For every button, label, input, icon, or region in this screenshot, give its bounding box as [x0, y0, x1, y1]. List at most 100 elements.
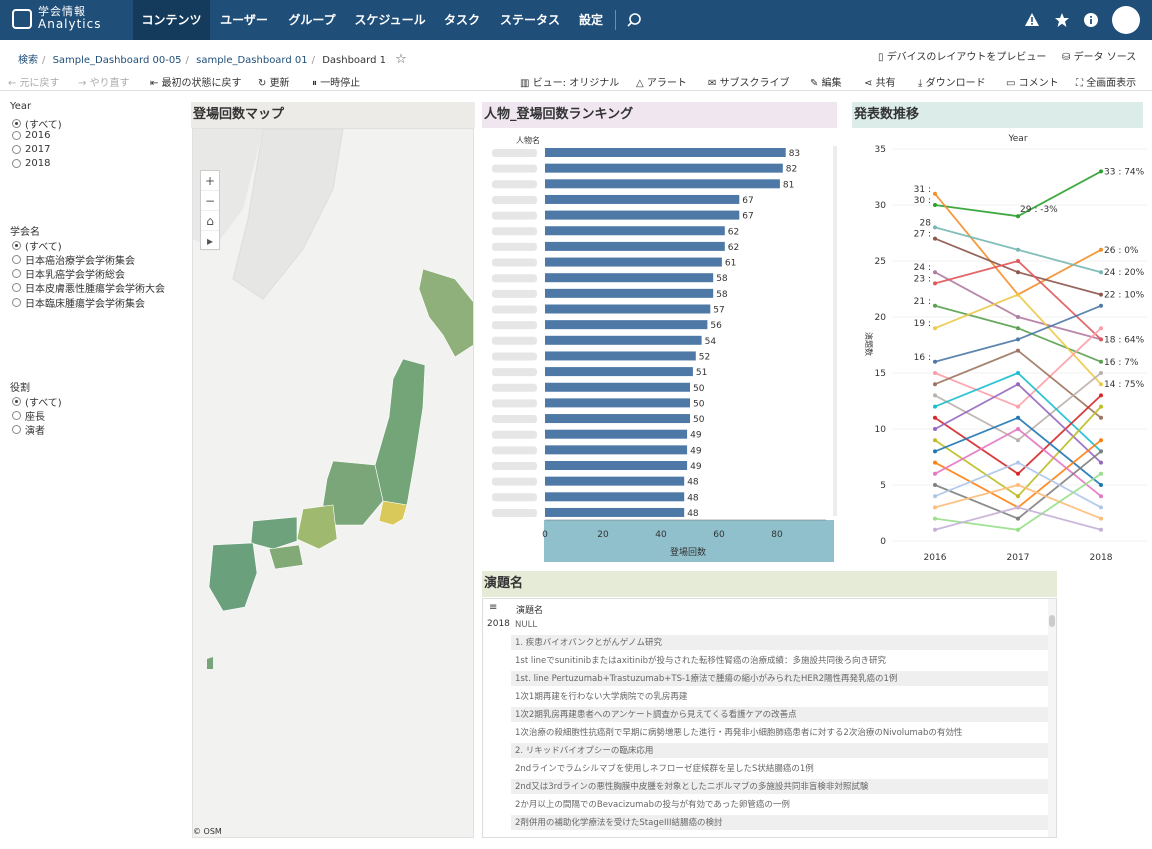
database-icon: ⛁ — [1062, 52, 1074, 63]
role-option-speaker[interactable]: 演者 — [12, 422, 45, 437]
bar — [545, 304, 711, 314]
preview-layout-button[interactable]: ▯ デバイスのレイアウトをプレビュー — [878, 48, 1046, 63]
pause-button[interactable]: ⏸ 一時停止 — [312, 74, 360, 89]
series-point — [1099, 527, 1103, 532]
y-tick-label: 10 — [875, 425, 887, 435]
series-point — [933, 281, 937, 286]
nav-settings[interactable]: 設定 — [573, 0, 609, 40]
table-row[interactable]: 1st. line Pertuzumab+Trastuzumab+TS-1療法で… — [511, 671, 1049, 687]
series-start-label: 30 : — [914, 196, 931, 206]
table-row[interactable]: 1st lineでsunitinibまたはaxitinibが投与された転移性腎癌… — [511, 653, 1049, 669]
japan-map[interactable] — [192, 128, 474, 838]
table-row[interactable]: 1次2期乳房再建患者へのアンケート調査から見えてくる看護ケアの改善点 — [511, 707, 1049, 723]
bar — [545, 226, 725, 236]
download-button[interactable]: ⤓ ダウンロード — [918, 74, 986, 89]
table-row[interactable]: 2か月以上の間隔でのBevacizumabの投与が有効であった卵管癌の一例 — [511, 797, 1049, 813]
table-row[interactable]: NULL — [511, 617, 1049, 633]
table-row[interactable]: 2ndラインでラムシルマブを使用しネフローゼ症候群を呈したS状結腸癌の1例 — [511, 761, 1049, 777]
trend-panel-title: 発表数推移 — [852, 102, 1143, 128]
radio-selected — [12, 119, 21, 128]
society-option-1[interactable]: 日本癌治療学会学術集会 — [12, 252, 135, 267]
bar-value-label: 57 — [713, 306, 724, 316]
search-icon[interactable] — [626, 12, 642, 28]
series-point — [1016, 460, 1020, 465]
year-option-2018[interactable]: 2018 — [12, 158, 50, 169]
blurred-name — [492, 305, 537, 314]
table-column-header[interactable]: 演題名 — [516, 603, 543, 616]
undo-button[interactable]: ← 元に戻す — [8, 74, 60, 89]
info-icon[interactable] — [1083, 12, 1099, 28]
kyushu-region — [208, 542, 258, 612]
x-tick-label: 80 — [771, 530, 783, 540]
table-scrollbar[interactable] — [1048, 599, 1056, 837]
app-logo[interactable]: 学会情報 Analytics — [12, 6, 102, 31]
favorite-star-icon[interactable]: ☆ — [395, 52, 407, 67]
subscribe-button[interactable]: ✉ サブスクライブ — [708, 74, 790, 89]
y-tick-label: 35 — [875, 145, 886, 155]
y-tick-label: 20 — [875, 313, 887, 323]
home-icon[interactable]: ⌂ — [201, 211, 219, 231]
comment-button[interactable]: ▭ コメント — [1006, 74, 1059, 89]
year-option-all[interactable]: (すべて) — [12, 116, 62, 131]
year-option-2017[interactable]: 2017 — [12, 144, 50, 155]
series-point — [1099, 516, 1103, 521]
breadcrumb-project[interactable]: Sample_Dashboard 00-05 — [53, 55, 182, 66]
revert-button[interactable]: ⇤ 最初の状態に戻す — [150, 74, 242, 89]
alert-icon[interactable] — [1024, 12, 1040, 28]
society-option-all[interactable]: (すべて) — [12, 238, 62, 253]
x-tick-label: 60 — [713, 530, 725, 540]
table-row[interactable]: 1. 疾患バイオバンクとがんゲノム研究 — [511, 635, 1049, 651]
bar — [545, 351, 696, 361]
avatar[interactable] — [1112, 6, 1140, 34]
table-row[interactable]: 1次治療の殺細胞性抗癌剤で早期に病勢増悪した進行・再発非小細胞肺癌患者に対する2… — [511, 725, 1049, 741]
society-option-4[interactable]: 日本臨床腫瘍学会学術集会 — [12, 295, 145, 310]
nav-contents[interactable]: コンテンツ — [133, 0, 210, 40]
data-source-button[interactable]: ⛁ データ ソース — [1062, 48, 1136, 63]
fullscreen-button[interactable]: ⛶ 全画面表示 — [1076, 74, 1136, 89]
logo-icon — [12, 8, 32, 29]
x-tick-label: 0 — [542, 530, 548, 540]
society-option-2[interactable]: 日本乳癌学会学術総会 — [12, 266, 125, 281]
series-end-label: 22 : 10% — [1104, 291, 1145, 301]
nav-schedules[interactable]: スケジュール — [350, 0, 430, 40]
table-row[interactable]: 1次1期再建を行わない大学病院での乳房再建 — [511, 689, 1049, 705]
year-option-2016[interactable]: 2016 — [12, 130, 50, 141]
role-option-chair[interactable]: 座長 — [12, 408, 45, 423]
redo-button[interactable]: → やり直す — [78, 74, 130, 89]
edit-button[interactable]: ✎ 編集 — [810, 74, 842, 89]
series-start-label: 27 : — [914, 230, 931, 240]
view-button[interactable]: ▥ ビュー: オリジナル — [520, 74, 619, 89]
share-button[interactable]: ⋖ 共有 — [864, 74, 896, 89]
bar — [545, 335, 702, 345]
series-point — [1016, 483, 1020, 487]
map-controls: + − ⌂ ▸ — [200, 170, 220, 251]
trend-line-chart[interactable]: Year 0 5 10 15 20 25 30 35 演題数 2016 2017 2018 30 : 29 … — [852, 128, 1148, 568]
ranking-bar-chart[interactable]: 人物名8382816767626261585857565452515050504… — [482, 128, 837, 568]
table-row[interactable]: 2剤併用の補助化学療法を受けたStageIII結腸癌の検討 — [511, 815, 1049, 831]
table-row[interactable]: 2. リキッドバイオプシーの臨床応用 — [511, 743, 1049, 759]
nav-divider — [615, 10, 616, 30]
breadcrumb-workbook[interactable]: sample_Dashboard 01 — [196, 55, 308, 66]
blurred-name — [492, 274, 537, 283]
nav-status[interactable]: ステータス — [495, 0, 565, 40]
alert-button[interactable]: △ アラート — [636, 74, 687, 89]
nav-groups[interactable]: グループ — [282, 0, 342, 40]
table-row[interactable]: 2nd又は3rdラインの悪性胸膜中皮腫を対象としたニボルマブの多施設共同非盲検非… — [511, 779, 1049, 795]
nav-tasks[interactable]: タスク — [439, 0, 485, 40]
refresh-button[interactable]: ↻ 更新 — [258, 74, 290, 89]
y-tick-label: 0 — [880, 537, 886, 547]
role-option-all[interactable]: (すべて) — [12, 394, 62, 409]
breadcrumb-search[interactable]: 検索 — [18, 55, 38, 66]
star-icon[interactable] — [1054, 12, 1070, 28]
bar-value-label: 56 — [710, 321, 722, 331]
abstract-table[interactable]: ≡ 演題名 2018 NULL 1. 疾患バイオバンクとがんゲノム研究 1st li… — [482, 598, 1057, 838]
nav-users[interactable]: ユーザー — [214, 0, 274, 40]
blurred-name — [492, 415, 537, 424]
zoom-out-button[interactable]: − — [201, 191, 219, 211]
sort-icon[interactable]: ≡ — [489, 602, 497, 613]
bar-value-label: 48 — [687, 493, 699, 503]
zoom-in-button[interactable]: + — [201, 171, 219, 191]
play-icon[interactable]: ▸ — [201, 231, 219, 251]
society-option-3[interactable]: 日本皮膚悪性腫瘍学会学術大会 — [12, 280, 165, 295]
blurred-name — [492, 462, 537, 470]
